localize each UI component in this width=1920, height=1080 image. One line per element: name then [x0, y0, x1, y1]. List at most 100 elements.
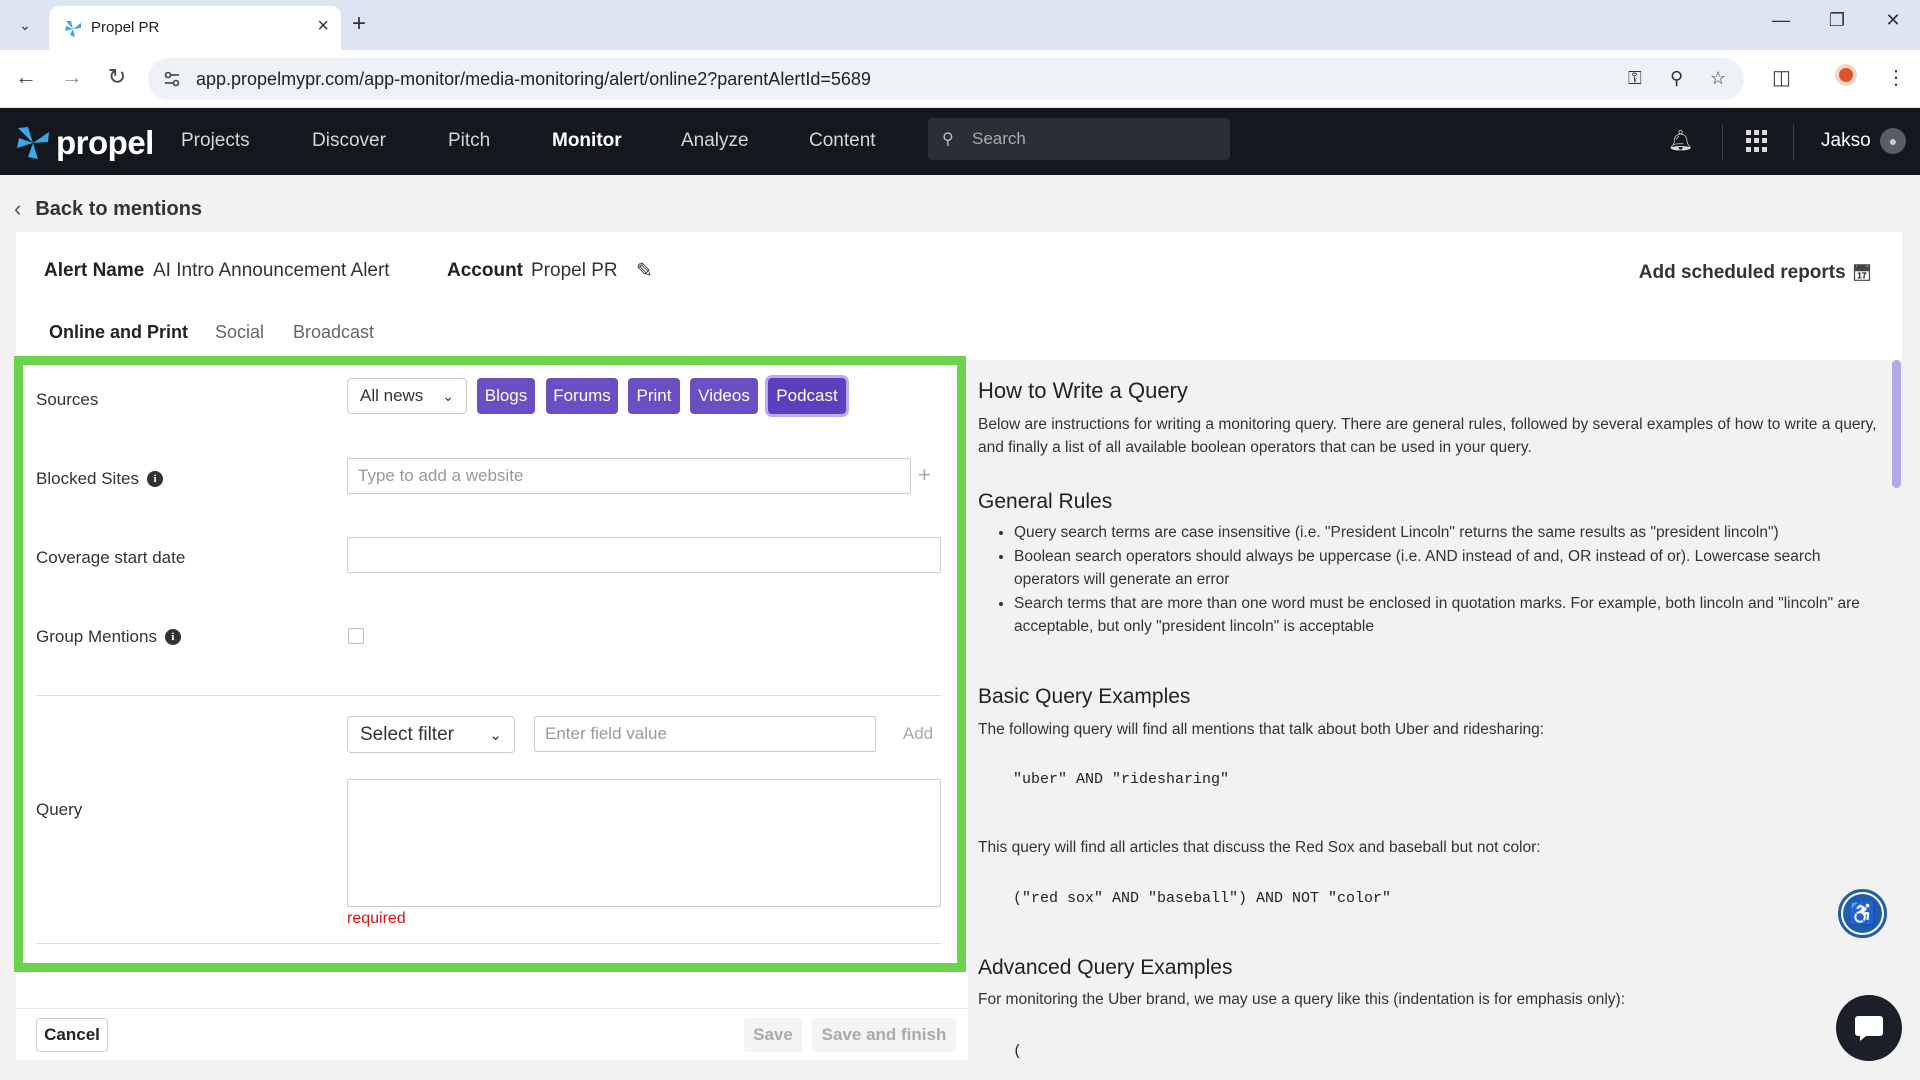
help-intro: Below are instructions for writing a mon… [978, 416, 1877, 456]
tab-social[interactable]: Social [215, 322, 264, 343]
tab-search-icon[interactable]: ⌄ [12, 12, 38, 38]
blocked-sites-label-text: Blocked Sites [36, 469, 139, 488]
extensions-icon[interactable]: ◫ [1772, 65, 1791, 90]
password-key-icon[interactable]: ⚿ [1628, 68, 1642, 89]
user-avatar-icon[interactable]: ● [1880, 128, 1906, 154]
form-footer: Cancel Save Save and finish [16, 1008, 968, 1060]
save-button[interactable]: Save [744, 1018, 802, 1052]
nav-divider [1722, 124, 1723, 160]
nav-content[interactable]: Content [809, 130, 876, 152]
alert-name-value: AI Intro Announcement Alert [153, 260, 390, 281]
tab-close-icon[interactable]: × [317, 15, 329, 38]
basic-examples-title: Basic Query Examples [978, 685, 1191, 708]
user-name[interactable]: Jakso [1821, 130, 1871, 152]
query-label-text: Query [36, 800, 83, 819]
account-label: Account [447, 260, 523, 281]
nav-discover[interactable]: Discover [312, 130, 386, 152]
scheduled-reports-label: Add scheduled reports [1638, 262, 1846, 283]
info-icon[interactable]: i [164, 629, 181, 645]
search-input[interactable] [972, 127, 1222, 151]
cancel-button[interactable]: Cancel [36, 1018, 108, 1052]
required-error-text: required [347, 910, 406, 927]
info-icon[interactable]: i [147, 471, 163, 487]
calendar-icon: 📅︎ [1851, 265, 1872, 282]
browser-tabstrip: ⌄ Propel PR × + — ❐ ✕ [0, 0, 1920, 50]
zoom-icon[interactable]: ⚲ [1670, 68, 1683, 89]
notification-bell-icon[interactable]: 🔔︎ [1668, 128, 1693, 153]
section-divider [36, 695, 941, 696]
edit-pencil-icon[interactable]: ✎ [636, 258, 653, 283]
group-mentions-checkbox[interactable] [348, 628, 364, 644]
back-label: Back to mentions [35, 197, 203, 220]
coverage-label-text: Coverage start date [36, 548, 186, 567]
rule-item: Boolean search operators should always b… [1014, 545, 1880, 592]
back-to-mentions-link[interactable]: ‹ Back to mentions [14, 196, 202, 222]
filter-select[interactable]: Select filter ⌄ [347, 716, 515, 753]
site-info-icon[interactable] [162, 69, 182, 94]
accessibility-button[interactable]: ♿ [1838, 889, 1887, 938]
add-filter-button[interactable]: Add [892, 716, 944, 752]
help-scrollbar[interactable] [1892, 360, 1901, 488]
window-close-icon[interactable]: ✕ [1878, 10, 1908, 31]
add-scheduled-reports-button[interactable]: Add scheduled reports 📅︎ [1639, 262, 1872, 284]
new-tab-icon[interactable]: + [352, 10, 366, 38]
address-bar[interactable]: app.propelmypr.com/app-monitor/media-mon… [148, 58, 1744, 100]
profile-icon[interactable] [1834, 63, 1858, 93]
sources-label: Sources [36, 390, 98, 410]
sources-select[interactable]: All news ⌄ [347, 378, 467, 414]
source-chip-videos[interactable]: Videos [690, 378, 758, 414]
browser-tab[interactable]: Propel PR × [49, 6, 341, 50]
advanced-intro: For monitoring the Uber brand, we may us… [978, 991, 1625, 1008]
coverage-start-date-input[interactable] [347, 537, 941, 573]
apps-grid-icon[interactable] [1746, 130, 1768, 152]
accessibility-icon: ♿ [1843, 894, 1882, 933]
browser-menu-icon[interactable]: ⋮ [1886, 65, 1906, 90]
tab-online-and-print[interactable]: Online and Print [49, 322, 188, 343]
query-textarea[interactable] [347, 779, 941, 907]
chat-bubble-icon [1855, 1016, 1883, 1041]
nav-pitch[interactable]: Pitch [448, 130, 490, 152]
blocked-sites-label: Blocked Sites i [36, 469, 163, 489]
source-chip-forums[interactable]: Forums [546, 378, 618, 414]
logo-text: propel [56, 124, 154, 161]
nav-projects[interactable]: Projects [181, 130, 250, 152]
account-value: Propel PR [531, 260, 618, 281]
forward-arrow-icon[interactable]: → [58, 64, 86, 90]
group-mentions-label: Group Mentions i [36, 627, 181, 647]
propel-logo[interactable]: propel [14, 124, 154, 162]
example2-intro: This query will find all articles that d… [978, 839, 1541, 856]
rule-item: Search terms that are more than one word… [1014, 592, 1880, 639]
global-search[interactable]: ⚲ [928, 118, 1230, 160]
coverage-start-label: Coverage start date [36, 548, 185, 568]
general-rules-title: General Rules [978, 490, 1113, 513]
help-title: How to Write a Query [978, 378, 1188, 403]
bookmark-star-icon[interactable]: ☆ [1710, 68, 1726, 89]
basic-intro: The following query will find all mentio… [978, 721, 1545, 738]
section-divider [36, 943, 941, 944]
chevron-down-icon: ⌄ [489, 726, 502, 744]
add-site-plus-icon[interactable]: + [918, 462, 931, 488]
nav-analyze[interactable]: Analyze [681, 130, 749, 152]
propel-logo-icon [17, 127, 49, 159]
filter-select-value: Select filter [360, 723, 454, 745]
rules-list: Query search terms are case insensitive … [996, 521, 1880, 639]
sources-label-text: Sources [36, 390, 99, 409]
query-help-panel: How to Write a Query Below are instructi… [968, 360, 1902, 1080]
advanced-examples-title: Advanced Query Examples [978, 956, 1233, 979]
minimize-icon[interactable]: — [1766, 10, 1796, 31]
save-and-finish-button[interactable]: Save and finish [812, 1018, 956, 1052]
chat-widget-button[interactable] [1836, 995, 1902, 1061]
field-value-input[interactable] [534, 716, 876, 752]
nav-monitor[interactable]: Monitor [552, 130, 622, 152]
blocked-sites-input[interactable] [347, 458, 911, 494]
example-query-3: ( [1013, 1043, 1023, 1060]
source-chip-podcast[interactable]: Podcast [768, 378, 846, 414]
alert-name-label: Alert Name [44, 260, 145, 281]
source-chip-print[interactable]: Print [628, 378, 680, 414]
back-arrow-icon[interactable]: ← [12, 64, 40, 90]
restore-icon[interactable]: ❐ [1822, 10, 1852, 31]
app-navbar: propel Projects Discover Pitch Monitor A… [0, 108, 1920, 175]
reload-icon[interactable]: ↻ [103, 64, 131, 90]
tab-broadcast[interactable]: Broadcast [293, 322, 374, 343]
source-chip-blogs[interactable]: Blogs [477, 378, 535, 414]
